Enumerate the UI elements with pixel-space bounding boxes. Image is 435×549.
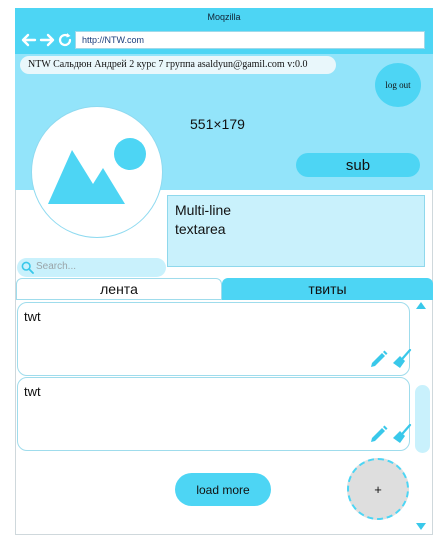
scrollbar-thumb[interactable]: [415, 385, 430, 453]
image-dimensions-label: 551×179: [190, 116, 245, 132]
back-arrow-icon[interactable]: [21, 32, 37, 48]
scroll-up-arrow-icon[interactable]: [416, 302, 426, 309]
search-input[interactable]: Search...: [17, 258, 166, 277]
tweet-text: twt: [24, 309, 41, 324]
user-info-bar: NTW Сальдюн Андрей 2 курс 7 группа asald…: [20, 56, 336, 74]
scroll-down-arrow-icon[interactable]: [416, 523, 426, 530]
image-placeholder-icon: [48, 138, 146, 204]
sub-button[interactable]: sub: [296, 153, 420, 177]
forward-arrow-icon[interactable]: [39, 32, 55, 48]
logout-button[interactable]: log out: [375, 63, 421, 107]
add-tweet-button[interactable]: +: [347, 458, 409, 520]
avatar[interactable]: [31, 106, 163, 238]
edit-pencil-icon[interactable]: [369, 349, 389, 369]
title-bar: Moqzilla: [15, 8, 433, 30]
compose-textarea[interactable]: Multi-line textarea: [167, 195, 425, 267]
window-title: Moqzilla: [207, 12, 241, 22]
clear-broom-icon[interactable]: [392, 349, 412, 369]
tweet-text: twt: [24, 384, 41, 399]
edit-pencil-icon[interactable]: [369, 424, 389, 444]
tweet-card: twt: [17, 302, 412, 376]
search-icon: [21, 261, 34, 274]
tab-feed[interactable]: лента: [16, 278, 222, 300]
address-bar[interactable]: http://NTW.com: [75, 31, 425, 49]
tab-tweets[interactable]: твиты: [222, 278, 433, 300]
clear-broom-icon[interactable]: [392, 424, 412, 444]
search-placeholder: Search...: [36, 261, 77, 272]
reload-icon[interactable]: [57, 32, 73, 48]
tweet-card: twt: [17, 377, 412, 451]
load-more-button[interactable]: load more: [175, 473, 271, 506]
